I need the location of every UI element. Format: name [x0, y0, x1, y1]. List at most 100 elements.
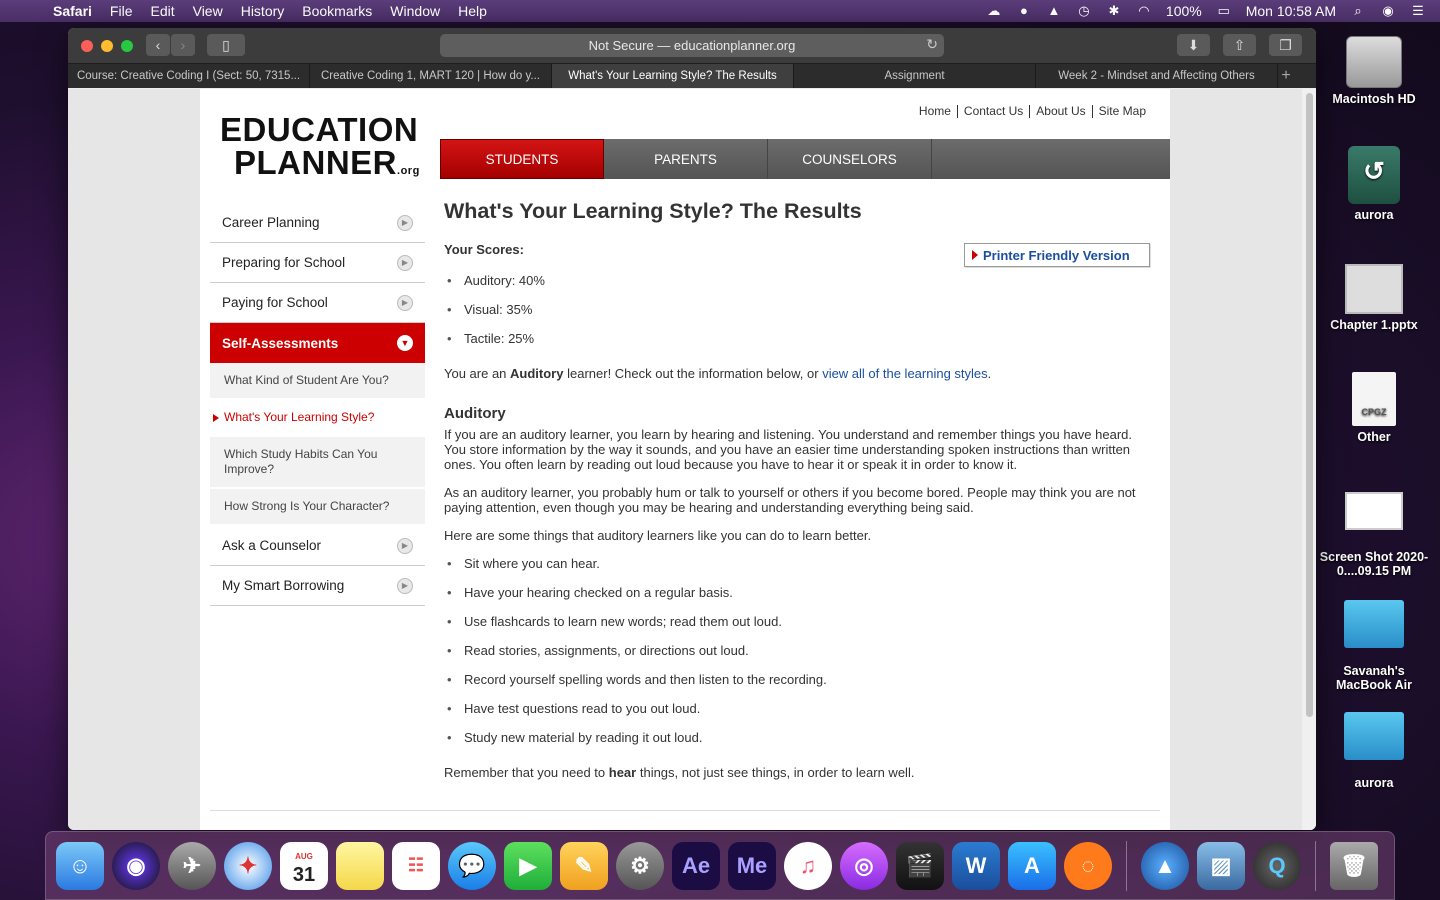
- after-effects-icon[interactable]: Ae: [672, 841, 720, 890]
- leftnav-career-planning[interactable]: Career Planning ▶: [210, 203, 425, 243]
- page-title: What's Your Learning Style? The Results: [444, 199, 862, 223]
- menu-app-safari[interactable]: Safari: [44, 3, 101, 19]
- leftnav-preparing[interactable]: Preparing for School ▶: [210, 243, 425, 283]
- blender-icon[interactable]: ◌: [1064, 841, 1112, 890]
- maximize-window-button[interactable]: [121, 39, 133, 52]
- printer-friendly-button[interactable]: Printer Friendly Version: [964, 243, 1150, 267]
- desktop-icon-macintosh-hd[interactable]: Macintosh HD: [1319, 36, 1429, 106]
- leftnav-sub-character[interactable]: How Strong Is Your Character?: [210, 489, 425, 526]
- finder-icon[interactable]: ☺: [56, 841, 104, 890]
- preview-icon[interactable]: ▨: [1197, 841, 1245, 890]
- site-logo[interactable]: EDUCATION PLANNER.org: [220, 113, 420, 187]
- address-bar[interactable]: Not Secure — educationplanner.org ↻: [440, 34, 944, 57]
- webpage: EDUCATION PLANNER.org Home Contact Us Ab…: [200, 89, 1170, 830]
- leftnav-sub-learning-style[interactable]: What's Your Learning Style?: [210, 400, 425, 437]
- result-statement: You are an Auditory learner! Check out t…: [444, 366, 992, 381]
- archive-file-icon: CPGZ: [1352, 372, 1396, 426]
- paragraph-2: As an auditory learner, you probably hum…: [444, 485, 1136, 515]
- menubar-clock[interactable]: Mon 10:58 AM: [1246, 3, 1336, 19]
- downloads-button[interactable]: ⬇: [1177, 34, 1210, 56]
- desktop-icon-aurora-folder[interactable]: aurora: [1319, 712, 1429, 790]
- tab-week2[interactable]: Week 2 - Mindset and Affecting Others: [1036, 64, 1278, 88]
- launchpad-icon[interactable]: ✈: [168, 841, 216, 890]
- score-item: Auditory: 40%: [444, 273, 1144, 302]
- new-tab-button[interactable]: +: [1278, 64, 1294, 88]
- tab-assignment[interactable]: Assignment: [794, 64, 1036, 88]
- desktop-icon-screenshot[interactable]: Screen Shot 2020-0....09.15 PM: [1319, 492, 1429, 578]
- notes-icon[interactable]: [336, 841, 384, 890]
- menu-view[interactable]: View: [184, 3, 232, 19]
- spotlight-icon[interactable]: ⌕: [1350, 4, 1366, 18]
- notification-center-icon[interactable]: ☰: [1410, 4, 1426, 18]
- nav-students[interactable]: STUDENTS: [440, 139, 604, 179]
- nav-counselors[interactable]: COUNSELORS: [768, 139, 932, 179]
- tip-item: Have test questions read to you out loud…: [444, 701, 1144, 730]
- link-contact-us[interactable]: Contact Us: [956, 105, 1029, 118]
- leftnav-paying[interactable]: Paying for School ▶: [210, 283, 425, 323]
- hard-drive-icon: [1346, 36, 1402, 88]
- final-cut-icon[interactable]: 🎬: [896, 841, 944, 890]
- scrollbar-thumb[interactable]: [1306, 93, 1313, 717]
- forward-button[interactable]: ›: [171, 34, 195, 56]
- desktop-icon-aurora-drive[interactable]: ↺ aurora: [1319, 146, 1429, 222]
- facetime-icon[interactable]: ▶: [504, 841, 552, 890]
- siri-icon[interactable]: ◉: [112, 841, 160, 890]
- siri-icon[interactable]: ◉: [1380, 4, 1396, 18]
- word-icon[interactable]: W: [952, 841, 1000, 890]
- view-all-styles-link[interactable]: view all of the learning styles: [822, 366, 987, 381]
- pages-icon[interactable]: ✎: [560, 841, 608, 890]
- app-store-icon[interactable]: A: [1008, 841, 1056, 890]
- tab-overview-button[interactable]: ❐: [1269, 34, 1302, 56]
- battery-percent[interactable]: 100%: [1166, 3, 1202, 19]
- media-encoder-icon[interactable]: Me: [728, 841, 776, 890]
- tab-creative-coding[interactable]: Creative Coding 1, MART 120 | How do y..…: [310, 64, 552, 88]
- nav-parents[interactable]: PARENTS: [604, 139, 768, 179]
- tab-course[interactable]: Course: Creative Coding I (Sect: 50, 731…: [68, 64, 310, 88]
- quicktime-icon[interactable]: Q: [1253, 841, 1301, 890]
- messages-icon[interactable]: 💬: [448, 841, 496, 890]
- battery-icon[interactable]: ▭: [1216, 4, 1232, 18]
- wifi-icon[interactable]: ◠: [1136, 4, 1152, 18]
- menu-history[interactable]: History: [232, 3, 294, 19]
- close-window-button[interactable]: [81, 39, 93, 52]
- podcasts-icon[interactable]: ◎: [840, 841, 888, 890]
- leftnav-ask-counselor[interactable]: Ask a Counselor ▶: [210, 526, 425, 566]
- logo-line1: EDUCATION: [220, 111, 419, 148]
- reload-icon[interactable]: ↻: [926, 36, 938, 53]
- menu-help[interactable]: Help: [449, 3, 496, 19]
- leftnav-smart-borrowing[interactable]: My Smart Borrowing ▶: [210, 566, 425, 606]
- sidebar-toggle-button[interactable]: ▯: [207, 34, 245, 56]
- time-machine-icon[interactable]: ◷: [1076, 4, 1092, 18]
- malwarebytes-icon[interactable]: ●: [1016, 4, 1032, 18]
- trash-icon[interactable]: 🗑: [1330, 841, 1378, 890]
- safari-icon[interactable]: ✦: [224, 841, 272, 890]
- link-about-us[interactable]: About Us: [1029, 105, 1091, 118]
- bluetooth-icon[interactable]: ✱: [1106, 4, 1122, 18]
- desktop-icon-chapter-pptx[interactable]: Chapter 1.pptx: [1319, 264, 1429, 332]
- menu-window[interactable]: Window: [381, 3, 449, 19]
- link-home[interactable]: Home: [913, 105, 957, 118]
- menu-file[interactable]: File: [101, 3, 142, 19]
- creative-cloud-icon[interactable]: ☁: [986, 4, 1002, 18]
- minimize-window-button[interactable]: [101, 39, 113, 52]
- backup-icon[interactable]: ▲: [1046, 4, 1062, 18]
- music-icon[interactable]: ♫: [784, 841, 832, 890]
- back-button[interactable]: ‹: [146, 34, 170, 56]
- pptx-file-icon: [1345, 264, 1403, 314]
- leftnav-sub-study-habits[interactable]: Which Study Habits Can You Improve?: [210, 437, 425, 489]
- link-site-map[interactable]: Site Map: [1091, 105, 1152, 118]
- tab-learning-style[interactable]: What's Your Learning Style? The Results: [552, 64, 794, 88]
- share-button[interactable]: ⇧: [1223, 34, 1256, 56]
- window-controls: [81, 39, 133, 52]
- menu-edit[interactable]: Edit: [141, 3, 183, 19]
- backup-app-icon[interactable]: ▲: [1141, 841, 1189, 890]
- desktop-icon-macbook-air-folder[interactable]: Savanah's MacBook Air: [1319, 600, 1429, 692]
- desktop-icon-other-cpgz[interactable]: CPGZ Other: [1319, 372, 1429, 444]
- menu-bookmarks[interactable]: Bookmarks: [293, 3, 381, 19]
- leftnav-self-assessments[interactable]: Self-Assessments ▼: [210, 323, 425, 363]
- reminders-icon[interactable]: ☷: [392, 841, 440, 890]
- system-preferences-icon[interactable]: ⚙: [616, 841, 664, 890]
- vertical-scrollbar[interactable]: [1302, 89, 1316, 830]
- calendar-icon[interactable]: AUG 31: [280, 841, 328, 890]
- leftnav-sub-student-kind[interactable]: What Kind of Student Are You?: [210, 363, 425, 400]
